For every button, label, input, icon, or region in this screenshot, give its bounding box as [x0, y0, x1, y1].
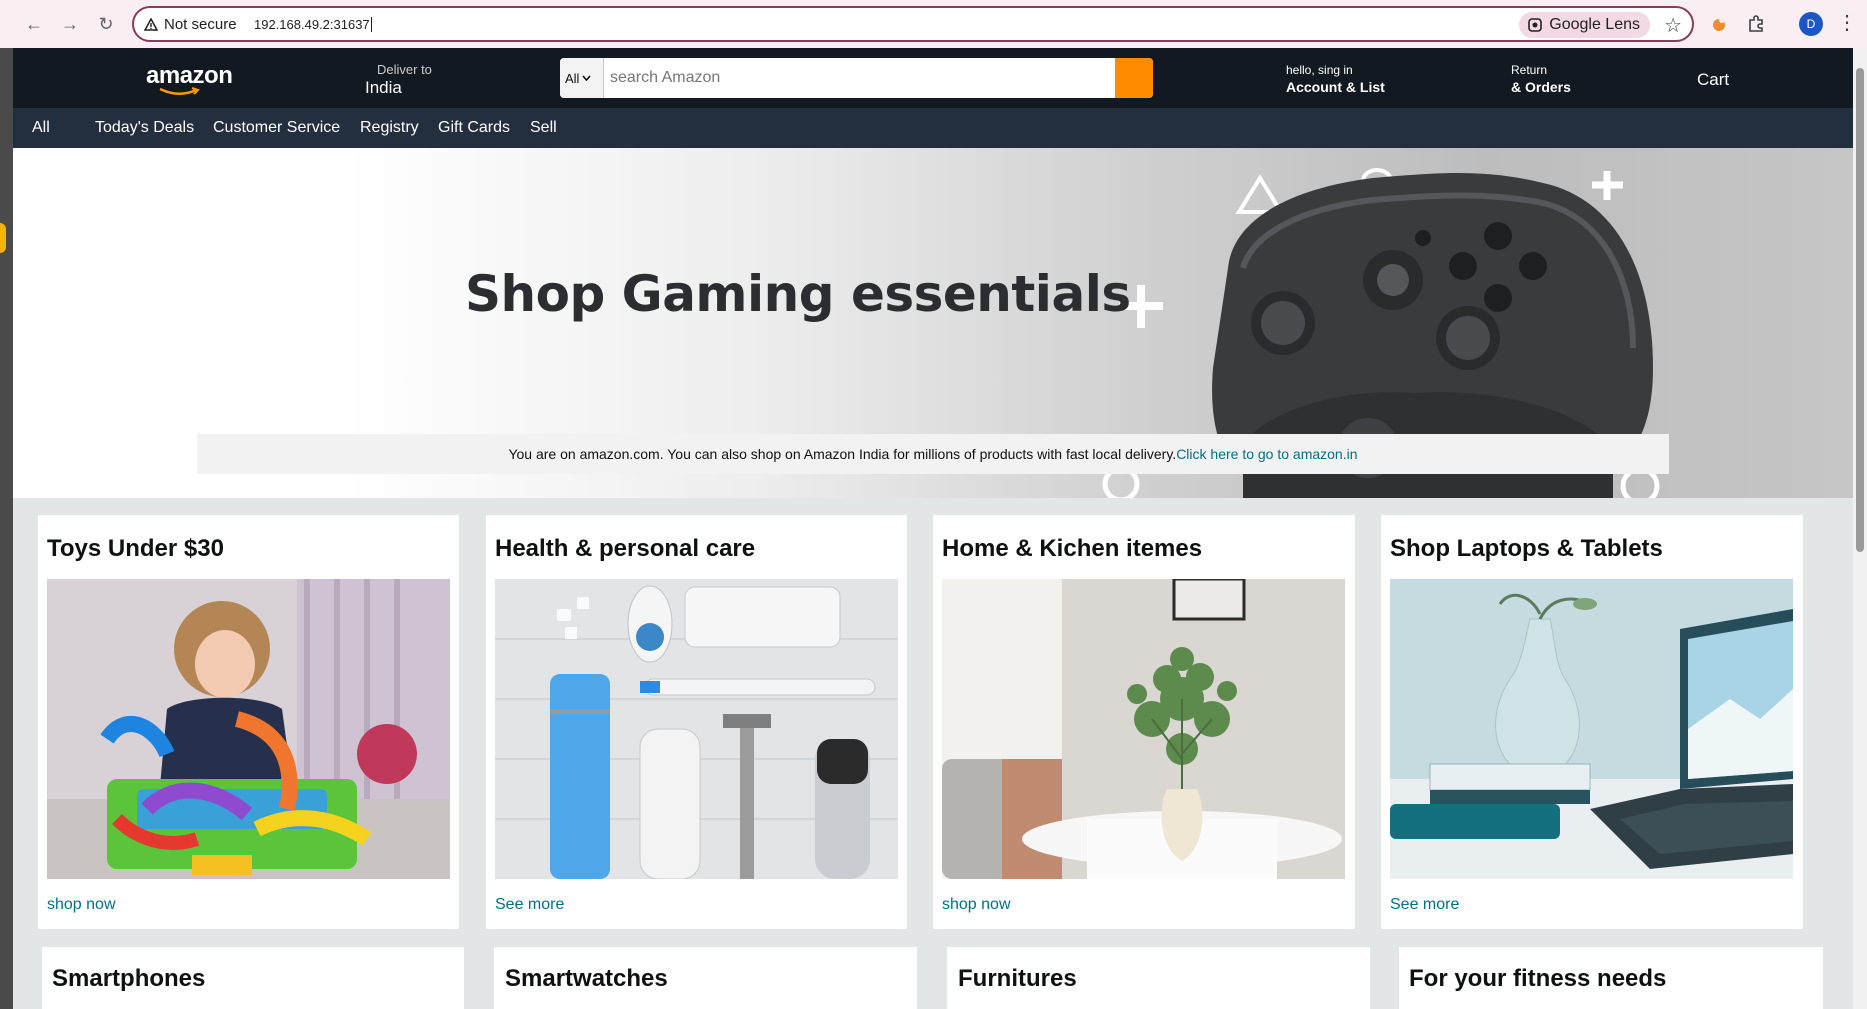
- returns-orders[interactable]: Return & Orders: [1511, 63, 1571, 95]
- card-smartwatches: Smartwatches: [494, 947, 917, 1009]
- plus-icon: [1592, 171, 1623, 200]
- card-link[interactable]: shop now: [942, 896, 1011, 914]
- account-menu[interactable]: hello, sing in Account & List: [1286, 63, 1385, 95]
- deliver-to-label: Deliver to: [377, 62, 432, 77]
- amazon-page: amazon Deliver to India All hello, sing …: [13, 48, 1853, 1009]
- card-fitness: For your fitness needs: [1399, 947, 1823, 1009]
- card-title: Toys Under $30: [47, 535, 224, 562]
- laptops-tablets-image[interactable]: [1390, 579, 1793, 879]
- home-kitchen-image[interactable]: [942, 579, 1345, 879]
- forward-icon[interactable]: →: [58, 12, 82, 36]
- extension-icon[interactable]: [1707, 12, 1731, 36]
- account-list-label: Account & List: [1286, 79, 1385, 95]
- deliver-to-location: India: [365, 78, 402, 97]
- hero-banner[interactable]: Shop Gaming essentials You are on amazon…: [13, 148, 1853, 498]
- nav-item-registry[interactable]: Registry: [360, 119, 419, 137]
- card-link[interactable]: See more: [495, 896, 564, 914]
- browser-toolbar: ← → ↻ Not secure 192.168.49.2:31637 Goog…: [0, 0, 1867, 48]
- card-title: Furnitures: [958, 965, 1077, 992]
- locale-notice-text: You are on amazon.com. You can also shop…: [508, 446, 1177, 462]
- chevron-down-icon: [582, 75, 592, 81]
- search-category-select[interactable]: All: [560, 58, 604, 98]
- locale-notice: You are on amazon.com. You can also shop…: [197, 434, 1669, 474]
- google-lens-label: Google Lens: [1549, 16, 1640, 33]
- card-link[interactable]: shop now: [47, 896, 116, 914]
- nav-item-customer-service[interactable]: Customer Service: [213, 119, 340, 137]
- reload-icon[interactable]: ↻: [94, 12, 118, 36]
- toys-image[interactable]: [47, 579, 450, 879]
- amazon-smile-icon: [159, 87, 200, 95]
- page-scrollbar[interactable]: [1853, 48, 1867, 1009]
- extensions-puzzle-icon[interactable]: [1744, 12, 1768, 36]
- nav-item-todays-deals[interactable]: Today's Deals: [95, 119, 194, 137]
- nav-item-gift-cards[interactable]: Gift Cards: [438, 119, 510, 137]
- amazon-header: amazon Deliver to India All hello, sing …: [13, 48, 1853, 108]
- card-title: Shop Laptops & Tablets: [1390, 535, 1663, 562]
- orders-label: & Orders: [1511, 79, 1571, 95]
- window-edge: [0, 48, 13, 1009]
- security-label: Not secure: [164, 16, 237, 33]
- health-image[interactable]: [495, 579, 898, 879]
- search-bar: All: [560, 58, 1153, 98]
- warning-icon: [144, 18, 158, 31]
- card-laptops-tablets: Shop Laptops & Tablets See more: [1381, 515, 1803, 929]
- account-greeting: hello, sing in: [1286, 63, 1353, 77]
- search-submit-button[interactable]: [1115, 58, 1153, 98]
- cart-button[interactable]: Cart: [1697, 70, 1729, 90]
- card-home-kitchen: Home & Kichen itemes shop now: [933, 515, 1355, 929]
- card-title: For your fitness needs: [1409, 965, 1667, 992]
- lens-icon: [1528, 18, 1543, 32]
- nav-item-all[interactable]: All: [32, 119, 50, 137]
- card-toys: Toys Under $30 shop now: [38, 515, 459, 929]
- bookmark-star-icon[interactable]: ☆: [1664, 13, 1682, 38]
- nav-item-sell[interactable]: Sell: [530, 119, 557, 137]
- address-bar[interactable]: Not secure 192.168.49.2:31637 Google Len…: [132, 6, 1694, 42]
- card-title: Home & Kichen itemes: [942, 535, 1203, 562]
- search-input[interactable]: [604, 58, 1104, 98]
- card-smartphones: Smartphones: [42, 947, 464, 1009]
- side-indicator: [0, 223, 6, 253]
- hero-title: Shop Gaming essentials: [465, 265, 1131, 323]
- card-title: Smartwatches: [505, 965, 668, 992]
- url-text[interactable]: 192.168.49.2:31637: [254, 17, 372, 32]
- google-lens-button[interactable]: Google Lens: [1519, 12, 1650, 38]
- browser-menu-icon[interactable]: ⋮: [1837, 10, 1857, 35]
- scrollbar-thumb[interactable]: [1856, 68, 1864, 552]
- card-link[interactable]: See more: [1390, 896, 1459, 914]
- profile-avatar[interactable]: D: [1799, 12, 1823, 36]
- security-indicator[interactable]: Not secure: [144, 16, 237, 33]
- card-health: Health & personal care See more: [486, 515, 907, 929]
- secondary-nav: All Today's Deals Customer Service Regis…: [13, 108, 1853, 148]
- search-category-value: All: [565, 70, 580, 86]
- back-icon[interactable]: ←: [22, 12, 46, 36]
- card-title: Health & personal care: [495, 535, 756, 562]
- amazon-logo[interactable]: amazon: [146, 62, 233, 90]
- card-furnitures: Furnitures: [947, 947, 1370, 1009]
- deliver-to[interactable]: Deliver to India: [365, 62, 432, 98]
- returns-label: Return: [1511, 63, 1548, 77]
- amazon-in-link[interactable]: Click here to go to amazon.in: [1176, 446, 1357, 462]
- card-title: Smartphones: [52, 965, 206, 992]
